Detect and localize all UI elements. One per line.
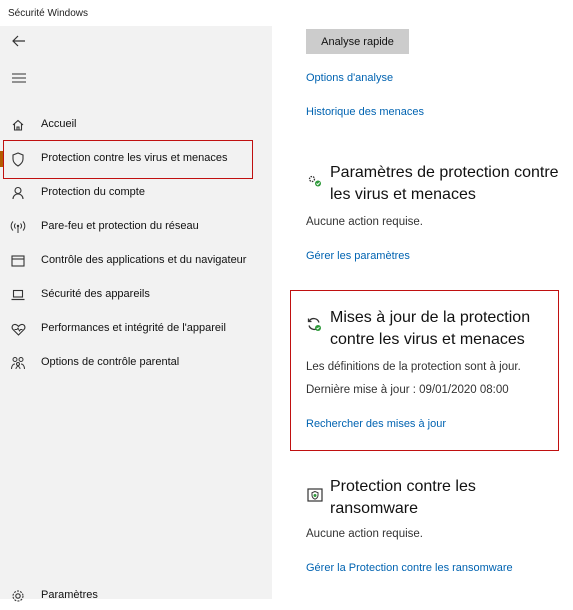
sidebar-item-firewall[interactable]: Pare-feu et protection du réseau <box>0 211 272 241</box>
title-bar: Sécurité Windows <box>0 0 573 26</box>
sidebar-item-account[interactable]: Protection du compte <box>0 177 272 207</box>
gear-icon <box>10 588 26 604</box>
update-sync-icon <box>305 315 323 333</box>
heart-icon <box>10 321 26 337</box>
sidebar-item-performance[interactable]: Performances et intégrité de l'appareil <box>0 313 272 343</box>
manage-ransomware-link[interactable]: Gérer la Protection contre les ransomwar… <box>306 562 513 574</box>
sidebar-item-label: Options de contrôle parental <box>41 356 180 368</box>
sidebar-item-label: Performances et intégrité de l'appareil <box>41 322 226 334</box>
hamburger-icon <box>12 70 26 88</box>
ransomware-status-text: Aucune action requise. <box>306 528 423 540</box>
menu-button[interactable] <box>8 68 30 90</box>
sidebar-item-label: Accueil <box>41 118 77 130</box>
settings-gears-icon <box>306 172 324 190</box>
sidebar-item-device-security[interactable]: Sécurité des appareils <box>0 279 272 309</box>
last-update-text: Dernière mise à jour : 09/01/2020 08:00 <box>306 384 509 396</box>
sidebar-item-settings[interactable]: Paramètres <box>0 580 272 610</box>
home-icon <box>10 117 26 133</box>
settings-section-title: Paramètres de protection contre les viru… <box>330 164 559 203</box>
settings-label: Paramètres <box>41 589 98 601</box>
definitions-status-text: Les définitions de la protection sont à … <box>306 361 521 373</box>
ransomware-folder-shield-icon <box>306 486 324 504</box>
main-content: Analyse rapide Options d'analyse Histori… <box>272 26 573 599</box>
sidebar: Accueil Protection contre les virus et m… <box>0 26 272 602</box>
updates-section-title: Mises à jour de la protection contre les… <box>330 309 531 348</box>
sidebar-item-label: Sécurité des appareils <box>41 288 150 300</box>
sidebar-item-family[interactable]: Options de contrôle parental <box>0 347 272 377</box>
sidebar-item-app-browser[interactable]: Contrôle des applications et du navigate… <box>0 245 272 275</box>
back-button[interactable] <box>8 32 30 54</box>
quick-scan-button[interactable]: Analyse rapide <box>306 29 409 54</box>
sidebar-item-home[interactable]: Accueil <box>0 109 272 139</box>
sidebar-item-label: Protection du compte <box>41 186 145 198</box>
sidebar-item-label: Pare-feu et protection du réseau <box>41 220 199 232</box>
sidebar-item-label: Contrôle des applications et du navigate… <box>41 254 247 266</box>
highlight-box-active-item <box>3 140 253 179</box>
antenna-icon <box>10 219 26 235</box>
manage-settings-link[interactable]: Gérer les paramètres <box>306 250 410 262</box>
threat-history-link[interactable]: Historique des menaces <box>306 106 424 118</box>
scan-options-link[interactable]: Options d'analyse <box>306 72 393 84</box>
settings-status-text: Aucune action requise. <box>306 216 423 228</box>
window-title: Sécurité Windows <box>8 8 89 19</box>
ransomware-section-title: Protection contre les ransomware <box>330 478 476 517</box>
back-arrow-icon <box>12 34 26 52</box>
person-icon <box>10 185 26 201</box>
laptop-icon <box>10 287 26 303</box>
family-icon <box>10 355 26 371</box>
app-window-icon <box>10 253 26 269</box>
check-updates-link[interactable]: Rechercher des mises à jour <box>306 418 446 430</box>
